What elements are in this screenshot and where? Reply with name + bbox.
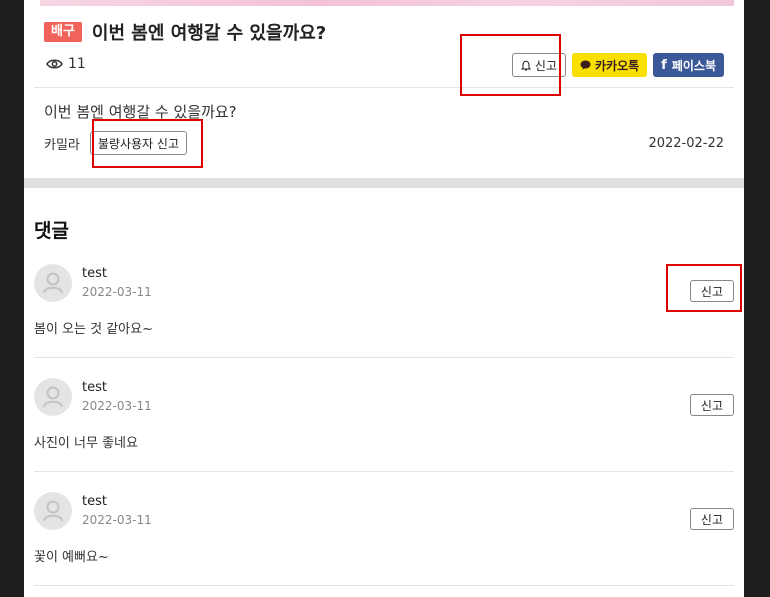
- post-title: 이번 봄엔 여행갈 수 있을까요?: [91, 23, 327, 44]
- divider: [34, 585, 734, 586]
- user-avatar-icon: [34, 378, 72, 416]
- report-button-label: 신고: [534, 58, 557, 73]
- comment-report-button[interactable]: 신고: [689, 508, 734, 530]
- post-detail-page: 배구 이번 봄엔 여행갈 수 있을까요? 11 신고 카카오톡 f 페이스북 이…: [24, 0, 744, 597]
- comment-item: test 2022-03-11 신고 봄이 오는 것 같아요~: [34, 264, 734, 378]
- comment-text: 꽃이 예뻐요~: [34, 550, 109, 565]
- kakao-share-button[interactable]: 카카오톡: [572, 53, 648, 77]
- eye-icon: [46, 59, 63, 69]
- comment-user: test: [82, 494, 107, 509]
- post-image: [40, 0, 734, 6]
- comment-user: test: [82, 266, 107, 281]
- category-badge: 배구: [44, 22, 82, 42]
- kakao-icon: [580, 60, 591, 70]
- comment-date: 2022-03-11: [82, 513, 152, 527]
- kakao-share-label: 카카오톡: [595, 58, 640, 73]
- post-title-row: 배구 이번 봄엔 여행갈 수 있을까요?: [44, 19, 326, 45]
- section-separator: [24, 178, 744, 188]
- comment-item: test 2022-03-11 신고 꽃이 예뻐요~: [34, 492, 734, 597]
- post-date: 2022-02-22: [648, 136, 724, 151]
- view-count: 11: [46, 56, 86, 72]
- post-author-row: 카밀라 불량사용자 신고: [44, 131, 187, 155]
- post-body: 이번 봄엔 여행갈 수 있을까요?: [44, 103, 237, 121]
- comment-report-button[interactable]: 신고: [689, 394, 734, 416]
- comment-user: test: [82, 380, 107, 395]
- comment-date: 2022-03-11: [82, 399, 152, 413]
- comment-text: 봄이 오는 것 같아요~: [34, 322, 153, 337]
- user-avatar-icon: [34, 492, 72, 530]
- view-count-value: 11: [68, 56, 86, 72]
- bad-user-report-button[interactable]: 불량사용자 신고: [89, 131, 187, 155]
- divider: [34, 87, 734, 88]
- report-button[interactable]: 신고: [511, 53, 566, 77]
- bell-icon: [520, 60, 531, 70]
- post-author: 카밀라: [44, 137, 80, 153]
- user-avatar-icon: [34, 264, 72, 302]
- divider: [34, 357, 734, 358]
- facebook-share-button[interactable]: f 페이스북: [653, 53, 724, 77]
- divider: [34, 471, 734, 472]
- comment-report-button[interactable]: 신고: [689, 280, 734, 302]
- facebook-share-label: 페이스북: [671, 58, 716, 73]
- comments-heading: 댓글: [34, 220, 69, 242]
- facebook-icon: f: [661, 57, 667, 73]
- comment-date: 2022-03-11: [82, 285, 152, 299]
- post-actions: 신고 카카오톡 f 페이스북: [511, 53, 724, 77]
- comment-item: test 2022-03-11 신고 사진이 너무 좋네요: [34, 378, 734, 492]
- comment-text: 사진이 너무 좋네요: [34, 436, 138, 451]
